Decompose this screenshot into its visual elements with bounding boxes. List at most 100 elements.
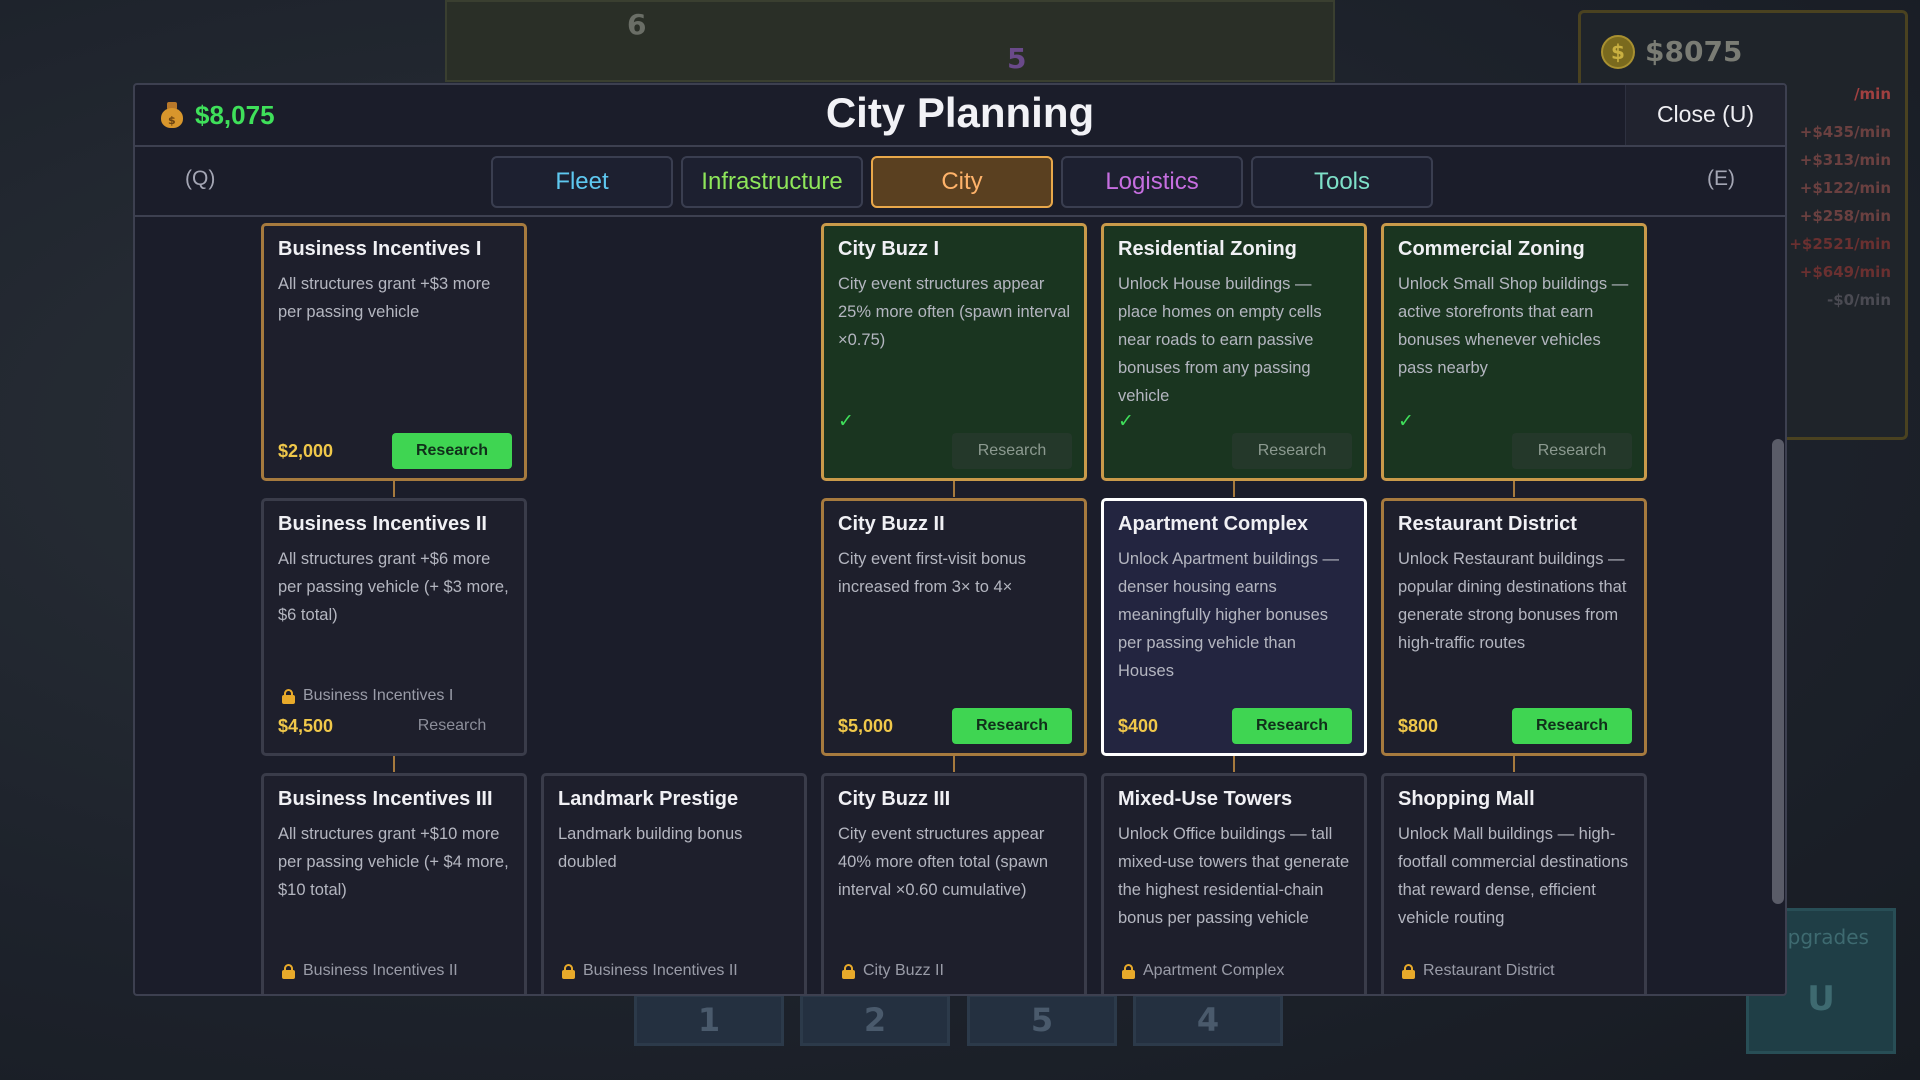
- coin-icon: $: [1601, 35, 1635, 69]
- tree-connector: [953, 756, 955, 772]
- card-price: $4,500: [278, 716, 334, 736]
- requirement-label: Business Incentives II: [583, 962, 738, 979]
- grid-number: 6: [627, 8, 647, 41]
- card-description: Unlock Small Shop buildings — active sto…: [1398, 275, 1629, 377]
- card-title: Commercial Zoning: [1398, 238, 1585, 260]
- card-requirement: City Buzz II: [842, 962, 944, 980]
- tab-bar: (Q) Fleet Infrastructure City Logistics …: [135, 147, 1785, 217]
- card-title: Business Incentives I: [278, 238, 482, 260]
- card-requirement: Business Incentives II: [282, 962, 458, 980]
- research-tree: Business Incentives I All structures gra…: [135, 219, 1785, 994]
- money-bag-icon: $: [161, 102, 183, 128]
- hotbar-slot: 1: [634, 994, 784, 1046]
- card-description: Unlock House buildings — place homes on …: [1118, 275, 1322, 405]
- card-requirement: Apartment Complex: [1122, 962, 1284, 980]
- lock-icon: [1402, 963, 1415, 979]
- tree-connector: [1233, 756, 1235, 772]
- research-button: Research: [1232, 433, 1352, 469]
- card-title: City Buzz II: [838, 513, 945, 535]
- owned-checkmark-icon: ✓: [838, 410, 854, 432]
- scrollbar-track[interactable]: [1771, 219, 1785, 994]
- lock-icon: [562, 963, 575, 979]
- owned-checkmark-icon: ✓: [1398, 410, 1414, 432]
- research-card-business-incentives-1[interactable]: Business Incentives I All structures gra…: [261, 223, 527, 481]
- research-card-city-buzz-1[interactable]: City Buzz I City event structures appear…: [821, 223, 1087, 481]
- tree-connector: [393, 481, 395, 497]
- research-card-apartment-complex[interactable]: Apartment Complex Unlock Apartment build…: [1101, 498, 1367, 756]
- card-description: Unlock Apartment buildings — denser hous…: [1118, 550, 1340, 680]
- tab-fleet[interactable]: Fleet: [491, 156, 673, 208]
- research-button[interactable]: Research: [392, 433, 512, 469]
- tree-connector: [1233, 481, 1235, 497]
- income-rate: +$258/min: [1799, 207, 1891, 225]
- requirement-label: Business Incentives II: [303, 962, 458, 979]
- card-description: Unlock Restaurant buildings — popular di…: [1398, 550, 1627, 652]
- research-button[interactable]: Research: [1232, 708, 1352, 744]
- lock-icon: [282, 963, 295, 979]
- research-card-city-buzz-2[interactable]: City Buzz II City event first-visit bonu…: [821, 498, 1087, 756]
- research-card-business-incentives-2[interactable]: Business Incentives II All structures gr…: [261, 498, 527, 756]
- page-title: City Planning: [825, 89, 1095, 136]
- owned-checkmark-icon: ✓: [1118, 410, 1134, 432]
- modal-header: $ $8,075 City Planning Close (U): [135, 85, 1785, 147]
- income-rate: +$122/min: [1799, 179, 1891, 197]
- card-title: City Buzz I: [838, 238, 940, 260]
- card-description: City event structures appear 25% more of…: [838, 275, 1071, 349]
- card-description: City event first-visit bonus increased f…: [838, 550, 1026, 596]
- research-card-landmark-prestige[interactable]: Landmark Prestige Landmark building bonu…: [541, 773, 807, 994]
- tab-infrastructure[interactable]: Infrastructure: [681, 156, 863, 208]
- tab-tools[interactable]: Tools: [1251, 156, 1433, 208]
- research-card-city-buzz-3[interactable]: City Buzz III City event structures appe…: [821, 773, 1087, 994]
- research-button[interactable]: Research: [1512, 708, 1632, 744]
- tab-city[interactable]: City: [871, 156, 1053, 208]
- income-rate: +$2521/min: [1789, 235, 1891, 253]
- card-price: $2,000: [278, 441, 334, 461]
- card-title: Business Incentives II: [278, 513, 487, 535]
- money-display: $ $8,075: [161, 97, 275, 133]
- research-card-restaurant-district[interactable]: Restaurant District Unlock Restaurant bu…: [1381, 498, 1647, 756]
- research-card-residential-zoning[interactable]: Residential Zoning Unlock House building…: [1101, 223, 1367, 481]
- background-road-grid: 6 5: [445, 0, 1335, 82]
- city-planning-modal: $ $8,075 City Planning Close (U) (Q) Fle…: [133, 83, 1787, 996]
- research-button: Research: [417, 717, 487, 734]
- card-description: Landmark building bonus doubled: [558, 825, 743, 871]
- card-description: Unlock Mall buildings — high-footfall co…: [1398, 825, 1629, 927]
- research-card-business-incentives-3[interactable]: Business Incentives III All structures g…: [261, 773, 527, 994]
- card-description: City event structures appear 40% more of…: [838, 825, 1049, 899]
- scrollbar-thumb[interactable]: [1772, 439, 1784, 904]
- income-rate: -$0/min: [1826, 291, 1891, 309]
- card-title: Apartment Complex: [1118, 513, 1309, 535]
- card-price: $800: [1398, 716, 1439, 736]
- card-title: Landmark Prestige: [558, 788, 739, 810]
- research-card-mixed-use-towers[interactable]: Mixed-Use Towers Unlock Office buildings…: [1101, 773, 1367, 994]
- close-button[interactable]: Close (U): [1625, 85, 1785, 145]
- card-title: Shopping Mall: [1398, 788, 1535, 810]
- income-rate: +$435/min: [1799, 123, 1891, 141]
- prev-tab-hotkey[interactable]: (Q): [185, 167, 215, 191]
- next-tab-hotkey[interactable]: (E): [1707, 167, 1735, 191]
- tab-logistics[interactable]: Logistics: [1061, 156, 1243, 208]
- requirement-label: City Buzz II: [863, 962, 944, 979]
- card-requirement: Business Incentives II: [562, 962, 738, 980]
- card-price: $5,000: [838, 716, 894, 736]
- card-description: Unlock Office buildings — tall mixed-use…: [1118, 825, 1350, 927]
- tree-connector: [393, 756, 395, 772]
- hotbar-slot: 5: [967, 994, 1117, 1046]
- card-title: Business Incentives III: [278, 788, 493, 810]
- tree-connector: [1513, 481, 1515, 497]
- card-description: All structures grant +$3 more per passin…: [278, 275, 491, 321]
- research-button: Research: [952, 433, 1072, 469]
- research-card-shopping-mall[interactable]: Shopping Mall Unlock Mall buildings — hi…: [1381, 773, 1647, 994]
- hotbar-slot: 4: [1133, 994, 1283, 1046]
- lock-icon: [842, 963, 855, 979]
- tree-connector: [953, 481, 955, 497]
- card-price: $400: [1118, 716, 1159, 736]
- research-button[interactable]: Research: [952, 708, 1072, 744]
- income-rate: /min: [1854, 85, 1891, 103]
- card-description: All structures grant +$10 more per passi…: [278, 825, 509, 899]
- card-requirement: Restaurant District: [1402, 962, 1555, 980]
- requirement-label: Apartment Complex: [1143, 962, 1285, 979]
- research-card-commercial-zoning[interactable]: Commercial Zoning Unlock Small Shop buil…: [1381, 223, 1647, 481]
- hotbar-slot: 2: [800, 994, 950, 1046]
- card-description: All structures grant +$6 more per passin…: [278, 550, 509, 624]
